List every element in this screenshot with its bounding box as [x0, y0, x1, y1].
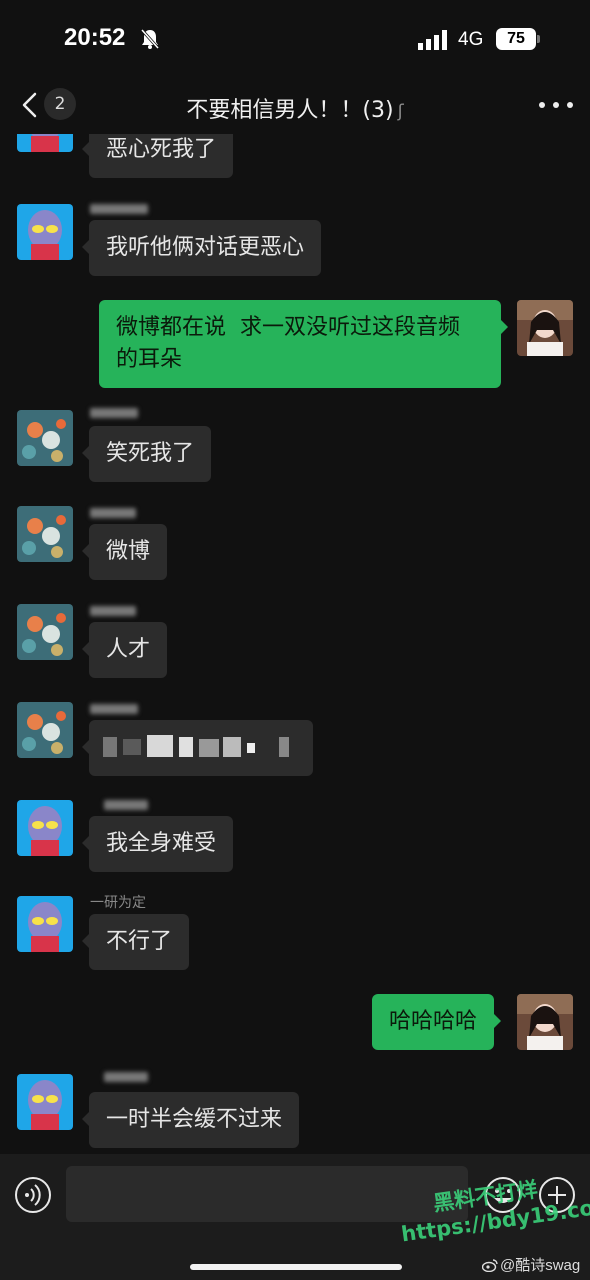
status-bar: 20:52 4G 75	[0, 0, 590, 80]
more-options-icon[interactable]	[536, 100, 576, 110]
status-time: 20:52	[64, 24, 126, 51]
message-row: 恶心死我了	[0, 134, 590, 184]
chat-title-text: 不要相信男人！！(3)	[186, 98, 394, 123]
sender-nickname-blurred	[104, 798, 148, 814]
ultraman-avatar[interactable]	[17, 800, 73, 856]
message-row: 人才	[0, 602, 590, 686]
ear-mode-icon: ʃ	[397, 101, 404, 122]
fish-painting-avatar[interactable]	[17, 410, 73, 466]
message-row: 我全身难受	[0, 794, 590, 878]
message-row: 一研为定 不行了	[0, 890, 590, 974]
fish-painting-avatar[interactable]	[17, 506, 73, 562]
message-bubble[interactable]: 不行了	[81, 914, 190, 970]
message-bubble[interactable]: 微博都在说 求一双没听过这段音频 的耳朵	[99, 300, 508, 388]
ultraman-avatar[interactable]	[17, 1074, 73, 1130]
weibo-credit: @酷诗swag	[482, 1254, 580, 1275]
ultraman-avatar[interactable]	[17, 134, 73, 152]
fish-painting-avatar[interactable]	[17, 702, 73, 758]
chat-header: 2 不要相信男人！！(3) ʃ	[0, 80, 590, 134]
message-row: 一时半会缓不过来	[0, 1068, 590, 1152]
voice-input-icon[interactable]	[14, 1176, 52, 1214]
fish-painting-avatar[interactable]	[17, 604, 73, 660]
girl-avatar[interactable]	[517, 300, 573, 356]
message-bubble[interactable]: 笑死我了	[81, 426, 212, 482]
network-type: 4G	[458, 29, 484, 50]
message-bubble[interactable]: 微博	[81, 524, 168, 580]
message-row: 我听他俩对话更恶心	[0, 198, 590, 278]
sender-nickname-blurred	[90, 202, 148, 218]
sender-nickname: 一研为定	[90, 895, 146, 911]
message-row	[0, 700, 590, 784]
message-row: 笑死我了	[0, 404, 590, 488]
chat-title: 不要相信男人！！(3) ʃ	[0, 92, 590, 124]
muted-bell-icon	[140, 29, 160, 49]
battery-tip	[537, 35, 540, 43]
message-row: 微博都在说 求一双没听过这段音频 的耳朵	[0, 300, 590, 390]
weibo-logo-icon	[482, 1259, 498, 1272]
sender-nickname-blurred	[90, 702, 138, 718]
sender-nickname-blurred	[104, 1070, 148, 1086]
message-bubble[interactable]: 一时半会缓不过来	[81, 1092, 300, 1148]
message-bubble[interactable]: 我全身难受	[81, 816, 234, 872]
girl-avatar[interactable]	[517, 994, 573, 1050]
message-bubble[interactable]: 恶心死我了	[81, 134, 234, 178]
sender-nickname-blurred	[90, 406, 138, 422]
ultraman-avatar[interactable]	[17, 204, 73, 260]
sender-nickname-blurred	[90, 604, 136, 620]
message-list[interactable]: 恶心死我了 我听他俩对话更恶心 微博都在说 求一双没听过这段音频 的耳朵 笑死我…	[0, 134, 590, 1154]
ultraman-avatar[interactable]	[17, 896, 73, 952]
sender-nickname-blurred	[90, 506, 136, 522]
message-row: 微博	[0, 504, 590, 588]
message-bubble[interactable]: 人才	[81, 622, 168, 678]
battery-indicator: 75	[496, 28, 536, 50]
pixelated-text-mosaic	[103, 735, 289, 757]
message-row: 哈哈哈哈	[0, 994, 590, 1054]
pixelated-message-bubble[interactable]	[82, 720, 313, 776]
message-bubble[interactable]: 我听他俩对话更恶心	[81, 220, 322, 276]
message-bubble[interactable]: 哈哈哈哈	[372, 994, 502, 1050]
credit-text: @酷诗swag	[500, 1257, 581, 1274]
cellular-signal-icon	[418, 30, 447, 50]
home-indicator[interactable]	[190, 1264, 402, 1270]
